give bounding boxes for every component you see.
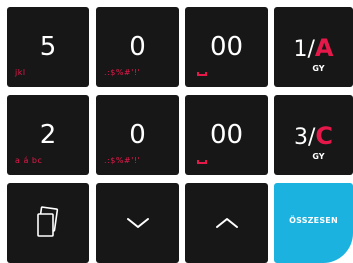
- key-sub-symbols: .:$%#'!': [104, 156, 141, 165]
- scroll-down-button[interactable]: [96, 183, 179, 263]
- copy-button[interactable]: [7, 183, 89, 263]
- key-0-symbols[interactable]: 0 .:$%#'!': [96, 7, 179, 87]
- key-sub-gy: GY: [312, 64, 325, 73]
- total-button[interactable]: ÖSSZESEN: [274, 183, 353, 263]
- key-0-symbols[interactable]: 0 .:$%#'!': [96, 95, 179, 175]
- key-00-space[interactable]: 00: [185, 95, 268, 175]
- scroll-up-button[interactable]: [185, 183, 268, 263]
- chevron-up-icon: [215, 218, 238, 228]
- icon-container: [7, 183, 89, 263]
- icon-container: [96, 183, 179, 263]
- key-2-abc[interactable]: 2 a á bc: [7, 95, 89, 175]
- key-fraction: 3/C: [274, 123, 353, 151]
- fraction-prefix: 3/: [293, 125, 316, 150]
- space-bar-icon: [197, 160, 207, 164]
- fraction-prefix: 1/: [293, 37, 315, 62]
- key-main-digit: 5: [39, 32, 57, 62]
- key-sub-symbols: .:$%#'!': [104, 68, 141, 77]
- key-main-digit: 00: [209, 32, 244, 62]
- key-00-space[interactable]: 00: [185, 7, 268, 87]
- key-5-jkl[interactable]: 5 jkl: [7, 7, 89, 87]
- key-main-digit: 0: [129, 120, 146, 150]
- key-sub-letters: jkl: [15, 68, 26, 77]
- icon-container: [185, 183, 268, 263]
- space-bar-icon: [197, 72, 207, 76]
- key-sub-gy: GY: [312, 152, 325, 161]
- key-sub-letters: a á bc: [15, 156, 43, 165]
- fraction-letter: A: [314, 34, 334, 62]
- key-main-digit: 2: [39, 120, 57, 150]
- copy-cards-icon: [37, 206, 59, 237]
- fraction-letter: C: [315, 122, 334, 150]
- key-main-digit: 0: [129, 32, 146, 62]
- key-fraction-3c[interactable]: 3/C GY: [274, 95, 353, 175]
- chevron-down-icon: [126, 218, 149, 228]
- total-label: ÖSSZESEN: [289, 216, 338, 225]
- key-fraction: 1/A: [274, 35, 353, 63]
- key-main-digit: 00: [209, 120, 244, 150]
- key-fraction-1a[interactable]: 1/A GY: [274, 7, 353, 87]
